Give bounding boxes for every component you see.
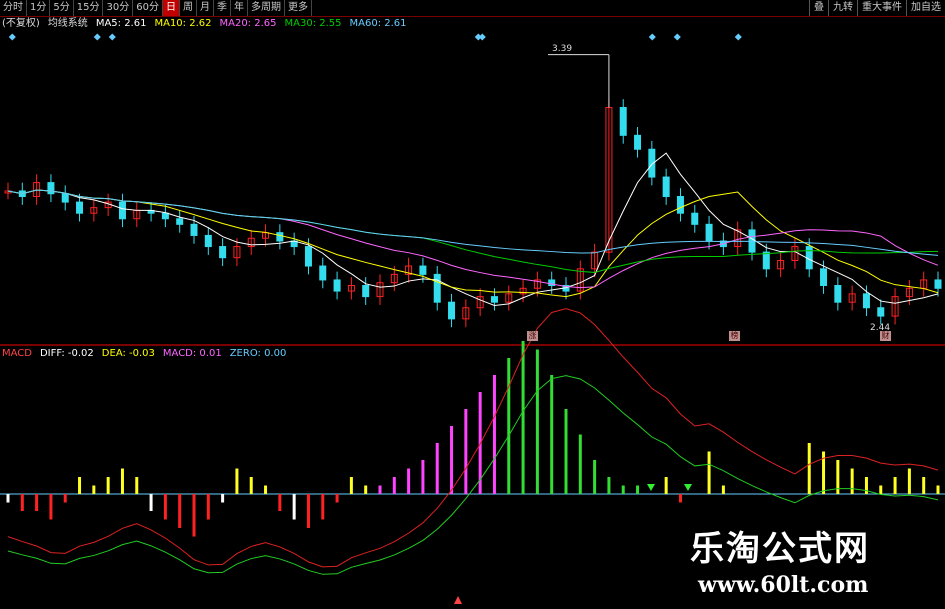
event-marker-1[interactable]: 涨 (527, 331, 538, 341)
signal-dot (478, 33, 486, 41)
candle-body (676, 196, 684, 214)
candle-body (691, 212, 699, 225)
signal-dot (734, 33, 742, 41)
signal-dot (673, 33, 681, 41)
candle-body (934, 279, 942, 289)
watermark: 乐淘公式网 www.60lt.com (690, 521, 930, 598)
signal-arrow (684, 484, 692, 491)
candle-body (762, 251, 770, 270)
ma10-line (7, 189, 939, 298)
candle-body (662, 176, 670, 198)
candle-body (161, 212, 169, 220)
candle-body (176, 218, 184, 225)
candle-body (433, 273, 441, 303)
signal-dot (648, 33, 656, 41)
ma20-line (7, 189, 939, 289)
candle-body (61, 193, 69, 203)
candle-body (118, 201, 126, 220)
signal-dot (108, 33, 116, 41)
candle-body (834, 285, 842, 303)
candle-body (333, 279, 341, 292)
candle-body (705, 223, 713, 242)
candle-body (76, 201, 84, 214)
signal-dot (93, 33, 101, 41)
candle-body (877, 307, 885, 317)
ma5-line (7, 152, 939, 307)
candle-body (319, 265, 327, 281)
candle-body (304, 246, 312, 267)
candle-body (419, 265, 427, 275)
ma60-line (7, 189, 939, 256)
candle-body (634, 134, 642, 150)
high-price-label: 3.39 (552, 44, 573, 54)
candle-body (619, 107, 627, 136)
candle-body (276, 232, 284, 242)
watermark-url: www.60lt.com (698, 572, 869, 598)
event-marker-3[interactable]: 财 (880, 331, 891, 341)
event-marker-2[interactable]: 榜 (729, 331, 740, 341)
candle-body (362, 285, 370, 298)
candle-body (862, 293, 870, 309)
candle-body (448, 301, 456, 320)
candle-body (820, 268, 828, 287)
candle-body (219, 246, 227, 259)
signal-dot (8, 33, 16, 41)
stock-chart[interactable] (0, 0, 945, 609)
watermark-title: 乐淘公式网 (690, 529, 870, 569)
candle-body (490, 296, 498, 303)
signal-arrow (647, 484, 655, 491)
candle-body (47, 182, 55, 195)
candle-body (190, 223, 198, 236)
candle-body (204, 234, 212, 248)
signal-arrow (454, 596, 462, 604)
